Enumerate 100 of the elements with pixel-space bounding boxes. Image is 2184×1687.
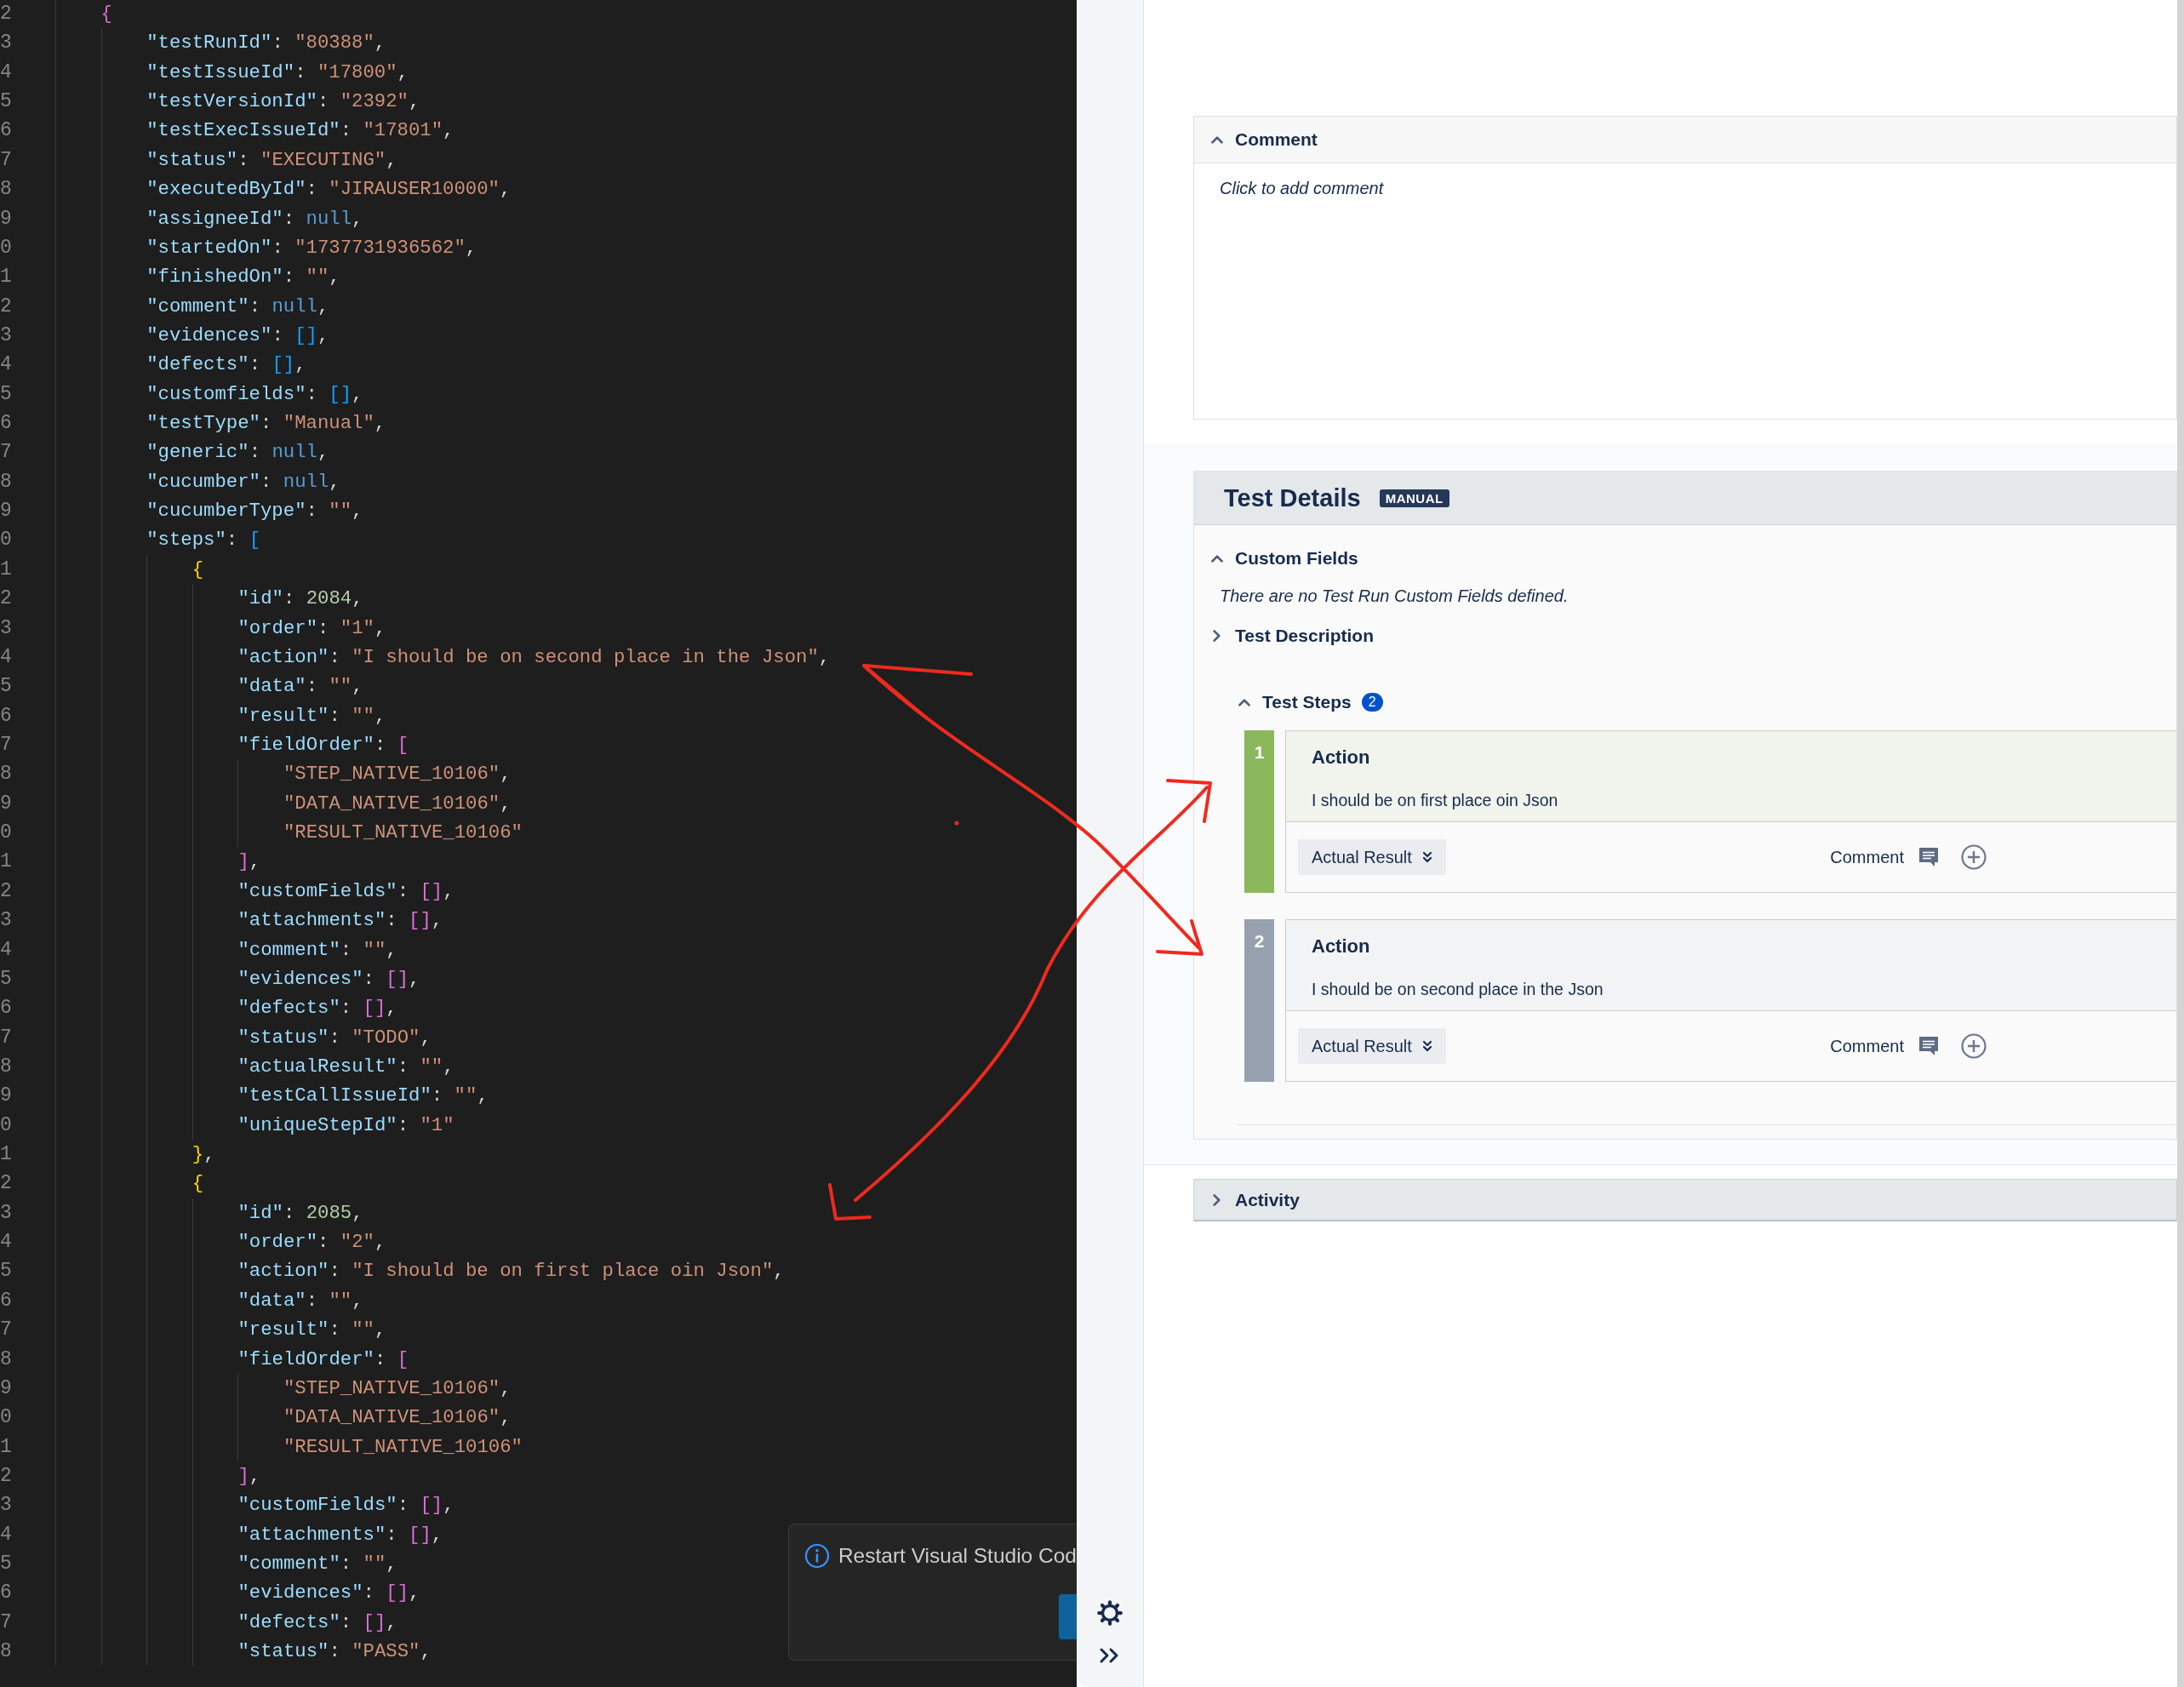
settings-icon[interactable] xyxy=(1095,1598,1124,1627)
step-field-label: Action xyxy=(1312,935,1371,958)
line-number: 1 xyxy=(0,849,13,875)
code-line: "STEP_NATIVE_10106", xyxy=(283,762,512,787)
info-icon xyxy=(803,1543,830,1569)
code-line: "generic": null, xyxy=(146,440,329,466)
code-line: "status": "PASS", xyxy=(237,1639,432,1665)
line-number: 4 xyxy=(0,644,13,670)
code-line: "startedOn": "1737731936562", xyxy=(146,235,477,260)
section-title: Test Description xyxy=(1235,626,1374,646)
add-comment-prompt[interactable]: Click to add comment xyxy=(1220,179,1384,197)
code-line: "action": "I should be on first place oin Json", xyxy=(237,1259,785,1284)
line-number: 7 xyxy=(0,1318,13,1343)
line-number: 4 xyxy=(0,937,13,963)
line-number: 2 xyxy=(0,2,13,26)
activity-header[interactable]: Activity xyxy=(1193,1179,2177,1221)
section-title: Custom Fields xyxy=(1235,548,1358,569)
line-number: 5 xyxy=(0,1259,13,1284)
comment-icon[interactable] xyxy=(1918,846,1940,868)
code-line: "comment": null, xyxy=(146,294,329,319)
double-chevron-down-icon xyxy=(1421,851,1432,863)
step-number: 1 xyxy=(1244,730,1274,893)
line-number: 3 xyxy=(0,908,13,934)
code-line: "customFields": [], xyxy=(237,1493,455,1518)
double-chevron-down-icon xyxy=(1421,1040,1432,1052)
actual-result-button[interactable]: Actual Result xyxy=(1298,839,1446,875)
line-number: 8 xyxy=(0,762,13,787)
line-number: 9 xyxy=(0,791,13,816)
section-title: Activity xyxy=(1235,1189,1300,1210)
line-number: 8 xyxy=(0,1347,13,1372)
code-line: "finishedOn": "", xyxy=(146,265,340,290)
line-number: 5 xyxy=(0,1552,13,1577)
line-number: 3 xyxy=(0,323,13,348)
add-icon[interactable] xyxy=(1960,1032,1987,1060)
code-line: "testCallIssueId": "", xyxy=(237,1084,489,1109)
actual-result-button[interactable]: Actual Result xyxy=(1298,1028,1446,1064)
line-number: 1 xyxy=(0,557,13,582)
code-line: "result": "", xyxy=(237,1318,386,1343)
code-line: "steps": [ xyxy=(146,528,260,553)
code-line: "order": "1", xyxy=(237,615,386,641)
line-number: 7 xyxy=(0,147,13,173)
code-line: }, xyxy=(192,1142,215,1167)
line-number: 0 xyxy=(0,1405,13,1431)
comment-label: Comment xyxy=(1830,1036,1904,1056)
line-number: 2 xyxy=(0,1463,13,1489)
code-line: "executedById": "JIRAUSER10000", xyxy=(146,177,512,203)
line-number: 4 xyxy=(0,60,13,85)
line-number: 2 xyxy=(0,878,13,904)
line-number: 2 xyxy=(0,586,13,612)
comment-label: Comment xyxy=(1830,847,1904,867)
code-line: "fieldOrder": [ xyxy=(237,733,409,758)
code-line: "order": "2", xyxy=(237,1230,386,1255)
line-number: 7 xyxy=(0,440,13,466)
code-line: "result": "", xyxy=(237,703,386,729)
section-title: Comment xyxy=(1235,129,1318,150)
line-number: 3 xyxy=(0,615,13,641)
line-number: 6 xyxy=(0,1288,13,1313)
test-steps-toggle[interactable]: Test Steps 2 xyxy=(1237,681,2176,723)
section-toggle[interactable]: Test Description xyxy=(1209,613,2176,659)
comment-header[interactable]: Comment xyxy=(1194,117,2176,163)
line-number: 0 xyxy=(0,528,13,553)
code-line: "uniqueStepId": "1" xyxy=(237,1112,455,1138)
code-line: "testVersionId": "2392", xyxy=(146,89,420,115)
step-action-text: I should be on second place in the Json xyxy=(1312,980,1604,999)
line-number: 0 xyxy=(0,1112,13,1138)
line-number: 6 xyxy=(0,703,13,729)
code-line: "RESULT_NATIVE_10106" xyxy=(283,1434,523,1460)
line-number: 8 xyxy=(0,1639,13,1665)
code-line: "DATA_NATIVE_10106", xyxy=(283,1405,512,1431)
code-line: ], xyxy=(237,1463,261,1489)
code-line: "evidences": [], xyxy=(237,1581,420,1606)
code-line: "attachments": [], xyxy=(237,1522,443,1547)
code-line: "RESULT_NATIVE_10106" xyxy=(283,821,523,846)
line-number: 5 xyxy=(0,674,13,700)
empty-message: There are no Test Run Custom Fields defined. xyxy=(1219,586,1569,607)
line-number: 2 xyxy=(0,1171,13,1197)
line-number: 6 xyxy=(0,118,13,144)
line-number: 1 xyxy=(0,1434,13,1460)
code-line: "cucumber": null, xyxy=(146,469,340,495)
line-number: 9 xyxy=(0,499,13,524)
line-number: 3 xyxy=(0,1200,13,1226)
code-line: "testRunId": "80388", xyxy=(146,31,386,56)
section-toggle[interactable]: Custom Fields xyxy=(1209,535,2176,581)
code-line: "id": 2084, xyxy=(237,586,363,612)
count-badge: 2 xyxy=(1361,693,1383,712)
line-number: 6 xyxy=(0,411,13,437)
code-line: "id": 2085, xyxy=(237,1200,363,1226)
line-number: 9 xyxy=(0,206,13,232)
step-action-text: I should be on first place oin Json xyxy=(1312,791,1559,810)
code-line: "action": "I should be on second place in the Json", xyxy=(237,644,831,670)
code-line: "status": "TODO", xyxy=(237,1025,432,1050)
line-number: 5 xyxy=(0,966,13,992)
add-icon[interactable] xyxy=(1960,844,1987,871)
code-line: "fieldOrder": [ xyxy=(237,1347,409,1372)
code-line: "customFields": [], xyxy=(237,878,455,904)
code-line: "evidences": [], xyxy=(237,966,420,992)
panel-title: Test Details xyxy=(1224,483,1361,512)
code-line: "data": "", xyxy=(237,1288,363,1313)
line-number: 6 xyxy=(0,1581,13,1606)
comment-icon[interactable] xyxy=(1918,1035,1940,1057)
